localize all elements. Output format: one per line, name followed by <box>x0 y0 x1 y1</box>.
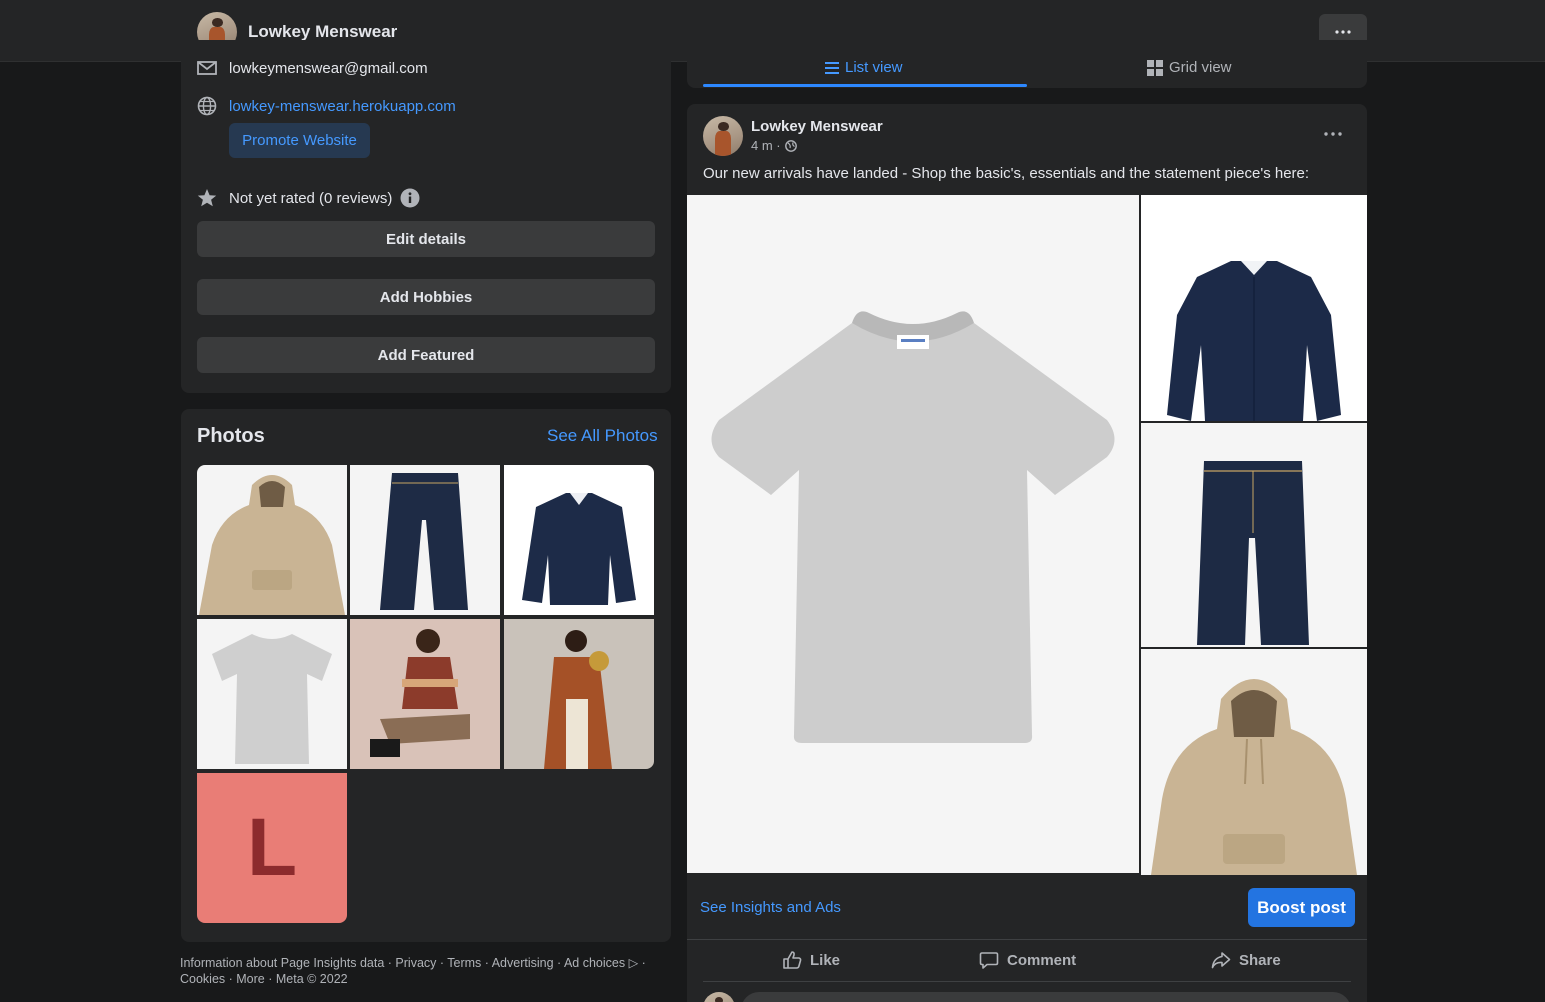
share-label: Share <box>1239 951 1281 969</box>
view-tabs <box>687 40 1367 88</box>
boost-post-button[interactable]: Boost post <box>1248 888 1355 927</box>
page-name[interactable]: Lowkey Menswear <box>248 22 397 42</box>
mail-icon <box>197 58 217 78</box>
footer-line-2[interactable]: Cookies · More · Meta © 2022 <box>180 971 670 987</box>
photo-jeans[interactable] <box>350 465 500 615</box>
post-image-hoodie[interactable] <box>1141 649 1367 875</box>
more-horizontal-icon <box>1335 30 1351 34</box>
post-body-text: Our new arrivals have landed - Shop the … <box>703 165 1310 182</box>
photo-placeholder-tile[interactable]: L <box>197 773 347 923</box>
list-icon <box>825 61 839 74</box>
star-icon <box>197 188 217 208</box>
comment-input[interactable] <box>741 992 1351 1002</box>
footer-line-1[interactable]: Information about Page Insights data · P… <box>180 955 670 971</box>
grid-icon <box>1147 59 1163 76</box>
email-row: lowkeymenswear@gmail.com <box>197 58 428 78</box>
rating-text: Not yet rated (0 reviews) <box>229 189 393 207</box>
tab-list-view-label: List view <box>845 59 903 76</box>
photo-model-standing[interactable] <box>504 619 654 769</box>
commenter-avatar <box>703 992 735 1002</box>
post-image-jacket[interactable] <box>1141 195 1367 421</box>
post-author-name[interactable]: Lowkey Menswear <box>751 118 883 135</box>
comment-button[interactable]: Comment <box>979 950 1076 970</box>
globe-icon <box>197 96 217 116</box>
post-time-text: 4 m · <box>751 138 781 153</box>
post-image-jeans[interactable] <box>1141 423 1367 647</box>
share-button[interactable]: Share <box>1211 950 1281 970</box>
thumbs-up-icon <box>783 951 802 969</box>
photos-title: Photos <box>197 425 265 447</box>
tab-list-view[interactable]: List view <box>825 59 903 76</box>
info-icon[interactable] <box>400 188 420 208</box>
more-horizontal-icon <box>1324 132 1342 136</box>
see-all-photos-link[interactable]: See All Photos <box>547 426 658 446</box>
photo-hoodie[interactable] <box>197 465 347 615</box>
add-featured-button[interactable]: Add Featured <box>197 337 655 373</box>
comment-icon <box>979 952 999 969</box>
see-insights-link[interactable]: See Insights and Ads <box>700 899 841 916</box>
rating-row: Not yet rated (0 reviews) <box>197 188 420 208</box>
email-text: lowkeymenswear@gmail.com <box>229 59 428 77</box>
share-icon <box>1211 952 1231 969</box>
promote-website-button[interactable]: Promote Website <box>229 123 370 158</box>
post-author-avatar[interactable] <box>703 116 743 156</box>
website-link[interactable]: lowkey-menswear.herokuapp.com <box>229 98 456 115</box>
add-hobbies-button[interactable]: Add Hobbies <box>197 279 655 315</box>
photo-jacket[interactable] <box>504 465 654 615</box>
tab-grid-view-label: Grid view <box>1169 59 1232 76</box>
placeholder-letter: L <box>246 802 298 893</box>
photo-model-sitting[interactable] <box>350 619 500 769</box>
edit-details-button[interactable]: Edit details <box>197 221 655 257</box>
post-image-tshirt[interactable] <box>687 195 1139 873</box>
public-globe-icon <box>784 139 797 152</box>
post-timestamp[interactable]: 4 m · <box>751 138 797 153</box>
actions-divider <box>703 981 1351 982</box>
photo-tshirt[interactable] <box>197 619 347 769</box>
active-tab-indicator <box>703 84 1027 87</box>
tab-grid-view[interactable]: Grid view <box>1147 59 1232 76</box>
comment-label: Comment <box>1007 951 1077 969</box>
post-more-button[interactable] <box>1320 124 1346 144</box>
website-row: lowkey-menswear.herokuapp.com <box>197 96 456 116</box>
footer-links: Information about Page Insights data · P… <box>180 955 670 987</box>
like-button[interactable]: Like <box>782 950 840 970</box>
like-label: Like <box>810 951 841 969</box>
